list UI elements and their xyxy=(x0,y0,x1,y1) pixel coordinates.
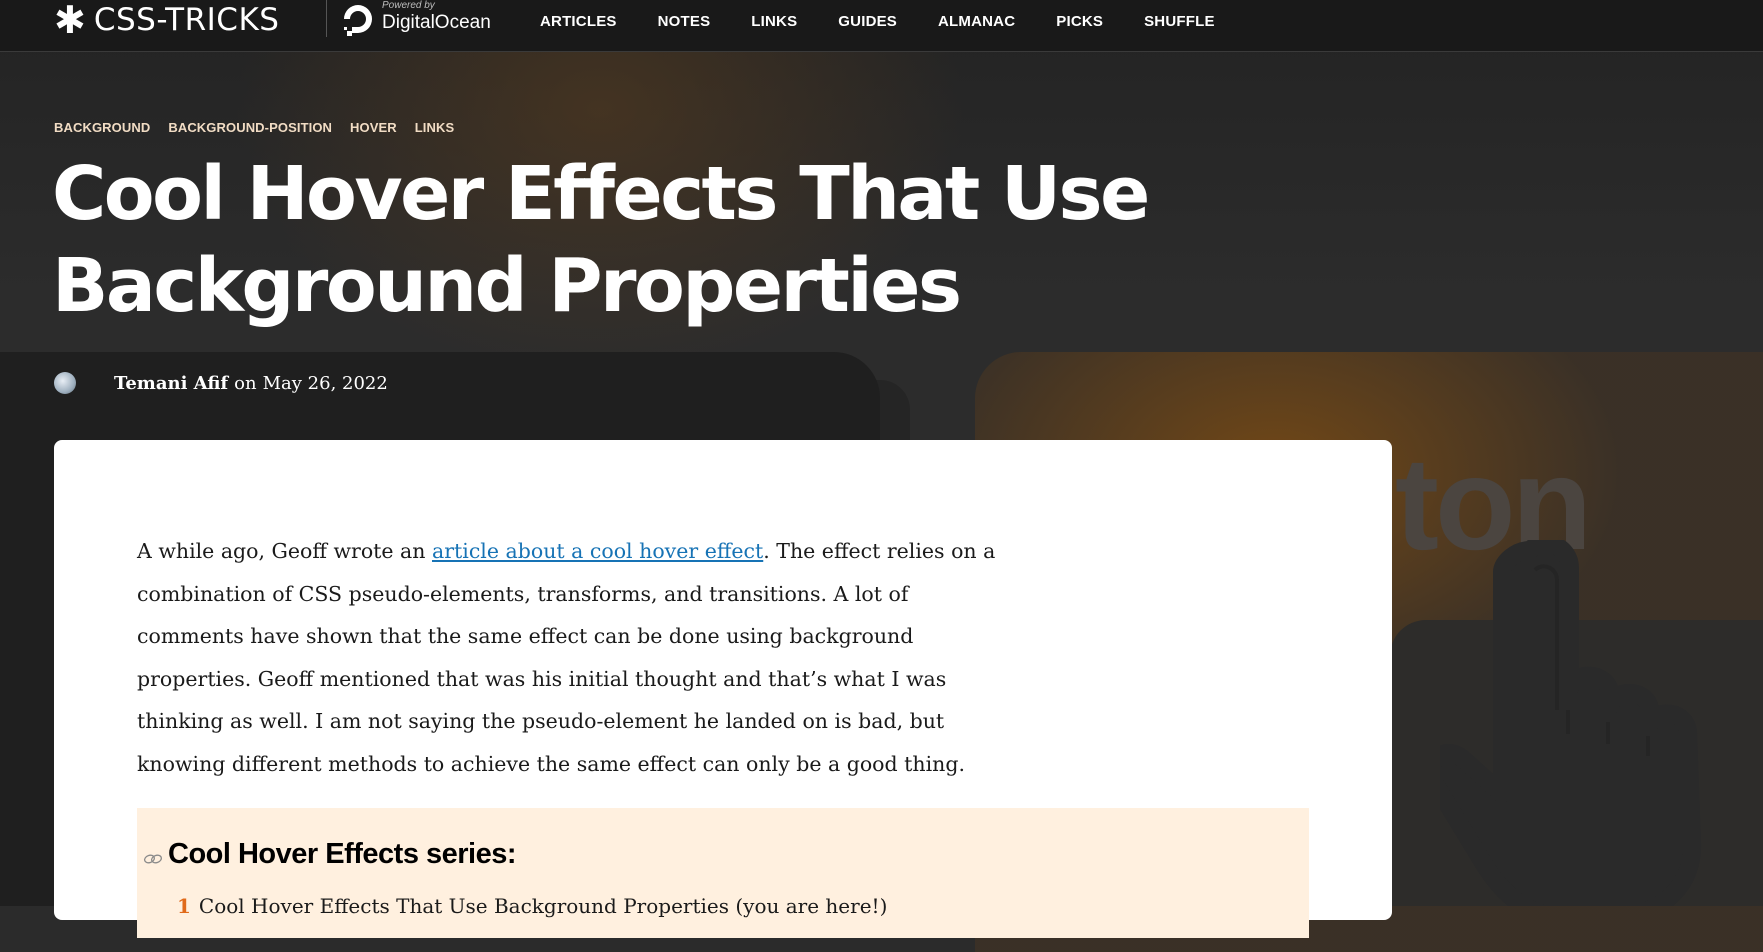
nav-links[interactable]: LINKS xyxy=(751,12,797,32)
avatar[interactable] xyxy=(54,372,76,394)
nav-almanac[interactable]: ALMANAC xyxy=(938,12,1015,32)
tag-background-position[interactable]: BACKGROUND-POSITION xyxy=(168,120,332,135)
author-name-link[interactable]: Temani Afif xyxy=(114,373,228,394)
intro-text-before-link: A while ago, Geoff wrote an xyxy=(137,539,432,563)
sponsor-name: DigitalOcean xyxy=(382,11,491,33)
nav-shuffle[interactable]: SHUFFLE xyxy=(1144,12,1215,32)
series-heading: Cool Hover Effects series: xyxy=(168,838,517,870)
series-box: Cool Hover Effects series: 1 Cool Hover … xyxy=(137,808,1309,938)
series-item-text: Cool Hover Effects That Use Background P… xyxy=(198,894,888,918)
chain-link-icon[interactable] xyxy=(143,852,163,866)
author-byline: Temani Afif on May 26, 2022 xyxy=(54,372,388,394)
article-intro-paragraph: A while ago, Geoff wrote an article abou… xyxy=(137,530,1017,785)
site-header: ✱ CSS-TRICKS Powered by DigitalOcean ART… xyxy=(0,0,1763,52)
tag-links[interactable]: LINKS xyxy=(415,120,455,135)
tag-hover[interactable]: HOVER xyxy=(350,120,397,135)
main-nav: ARTICLES NOTES LINKS GUIDES ALMANAC PICK… xyxy=(540,12,1256,32)
sponsor-badge[interactable]: Powered by DigitalOcean xyxy=(342,0,491,40)
article-tags: BACKGROUND BACKGROUND-POSITION HOVER LIN… xyxy=(54,120,472,135)
sponsor-text: Powered by DigitalOcean xyxy=(382,0,491,34)
logo-divider xyxy=(326,0,327,37)
digitalocean-icon xyxy=(344,5,372,36)
list-item[interactable]: 1 Cool Hover Effects That Use Background… xyxy=(177,894,887,918)
tag-background[interactable]: BACKGROUND xyxy=(54,120,150,135)
article-title: Cool Hover Effects That Use Background P… xyxy=(52,151,1150,329)
asterisk-logo-icon: ✱ xyxy=(54,0,86,42)
nav-notes[interactable]: NOTES xyxy=(658,12,711,32)
site-logo-text: CSS-TRICKS xyxy=(93,1,280,38)
series-item-number: 1 xyxy=(177,894,191,918)
nav-articles[interactable]: ARTICLES xyxy=(540,12,617,32)
publish-date: May 26, 2022 xyxy=(262,372,388,394)
nav-picks[interactable]: PICKS xyxy=(1056,12,1103,32)
site-logo[interactable]: ✱ CSS-TRICKS xyxy=(54,0,279,40)
geoff-article-link[interactable]: article about a cool hover effect xyxy=(432,539,763,563)
article-body: A while ago, Geoff wrote an article abou… xyxy=(54,440,1392,938)
sponsor-powered-label: Powered by xyxy=(382,0,435,11)
nav-guides[interactable]: GUIDES xyxy=(838,12,897,32)
pointer-hand-icon xyxy=(1440,540,1702,906)
intro-text-after-link: . The effect relies on a combination of … xyxy=(137,539,996,776)
author-connector: on xyxy=(234,372,257,394)
